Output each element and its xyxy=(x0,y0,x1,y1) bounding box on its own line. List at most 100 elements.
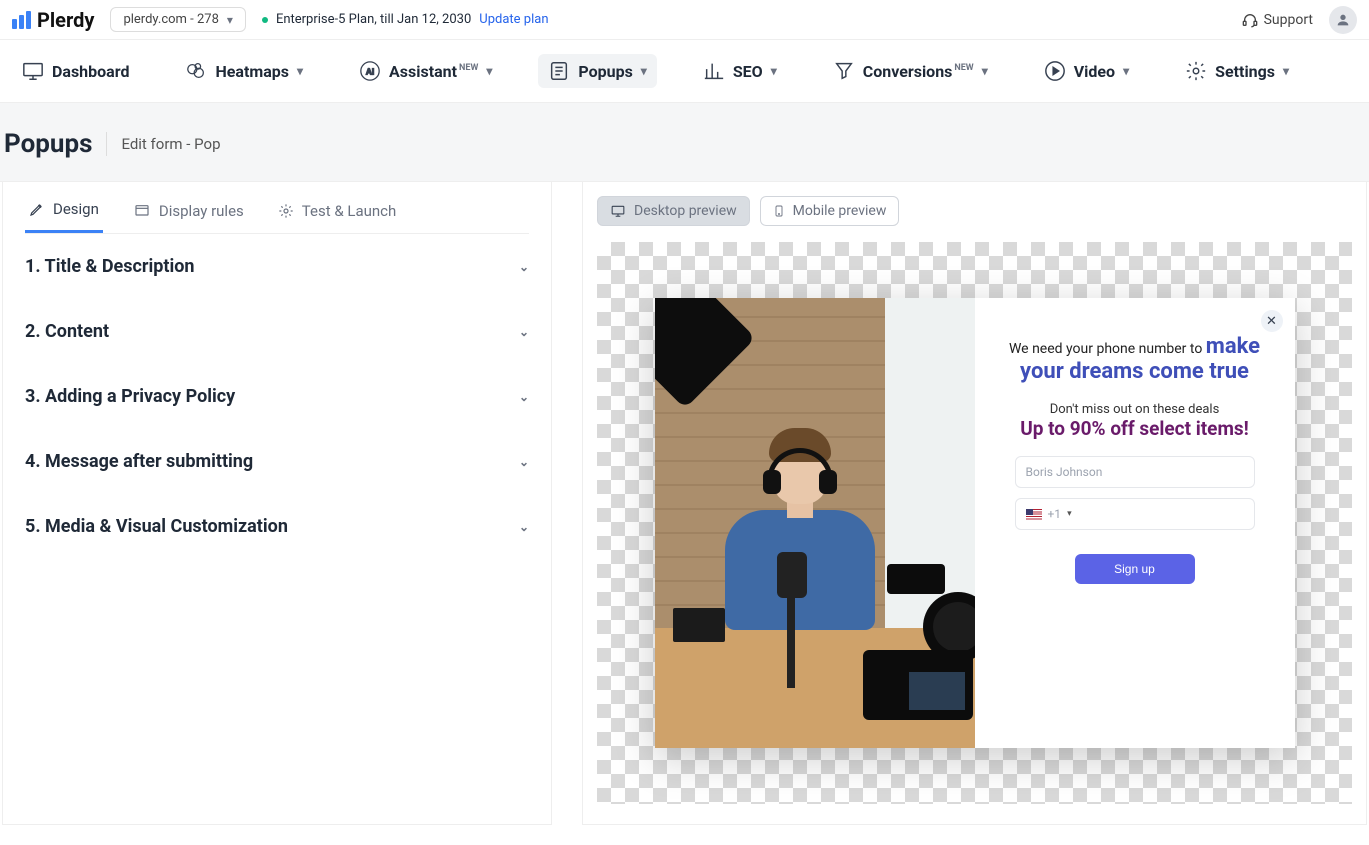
section-message-after-submit[interactable]: 4. Message after submitting ⌄ xyxy=(25,429,529,494)
brand-name: Plerdy xyxy=(37,8,94,32)
form-icon xyxy=(548,60,570,82)
status-dot-icon xyxy=(262,17,268,23)
section-label: 3. Adding a Privacy Policy xyxy=(25,386,235,407)
brand-icon xyxy=(12,11,31,29)
chevron-down-icon: ▾ xyxy=(982,64,988,78)
top-bar: Plerdy plerdy.com - 278 ▾ Enterprise-5 P… xyxy=(0,0,1369,40)
design-panel: Design Display rules Test & Launch 1. Ti… xyxy=(2,182,552,825)
chevron-down-icon: ⌄ xyxy=(519,390,529,404)
chevron-down-icon: ▾ xyxy=(641,64,647,78)
window-icon xyxy=(133,203,151,219)
popup-close-button[interactable]: ✕ xyxy=(1261,310,1283,332)
preview-canvas: ✕ We need your phone number to make your… xyxy=(597,242,1352,804)
tab-test-launch[interactable]: Test & Launch xyxy=(274,200,401,233)
brand-logo[interactable]: Plerdy xyxy=(12,8,94,32)
nav-settings[interactable]: Settings ▾ xyxy=(1175,54,1299,88)
tab-display-rules-label: Display rules xyxy=(159,202,244,220)
pencil-icon xyxy=(29,201,45,217)
section-title-description[interactable]: 1. Title & Description ⌄ xyxy=(25,234,529,299)
tab-display-rules[interactable]: Display rules xyxy=(129,200,248,233)
divider xyxy=(106,132,107,156)
nav-seo-label: SEO xyxy=(733,62,763,81)
tab-design-label: Design xyxy=(53,200,99,218)
nav-heatmaps[interactable]: Heatmaps ▾ xyxy=(175,54,313,88)
chevron-down-icon: ▾ xyxy=(1283,64,1289,78)
preview-tabs: Desktop preview Mobile preview xyxy=(597,196,1352,226)
new-badge: NEW xyxy=(459,63,478,73)
popup-image xyxy=(655,298,975,748)
monitor-icon xyxy=(22,60,44,82)
site-selector-label: plerdy.com - 278 xyxy=(123,12,218,27)
page-header: Popups Edit form - Pop xyxy=(0,103,1369,182)
section-label: 2. Content xyxy=(25,321,109,342)
tab-test-launch-label: Test & Launch xyxy=(302,202,397,220)
ai-icon: AI xyxy=(359,60,381,82)
chevron-down-icon: ⌄ xyxy=(519,325,529,339)
preview-tab-mobile[interactable]: Mobile preview xyxy=(760,196,900,226)
flag-us-icon xyxy=(1026,509,1042,520)
popup-name-placeholder: Boris Johnson xyxy=(1026,465,1103,479)
popup-subline-1: Don't miss out on these deals xyxy=(1050,402,1220,417)
heatmap-icon xyxy=(185,60,207,82)
mobile-icon xyxy=(773,203,785,219)
popup-preview: ✕ We need your phone number to make your… xyxy=(655,298,1295,748)
preview-tab-desktop-label: Desktop preview xyxy=(634,203,737,219)
new-badge: NEW xyxy=(954,63,973,73)
section-label: 1. Title & Description xyxy=(25,256,194,277)
chevron-down-icon: ▾ xyxy=(771,64,777,78)
chevron-down-icon: ⌄ xyxy=(519,520,529,534)
nav-video[interactable]: Video ▾ xyxy=(1034,54,1139,88)
popup-phone-input[interactable]: +1 ▾ xyxy=(1015,498,1255,530)
user-avatar[interactable] xyxy=(1329,6,1357,34)
page-subtitle: Edit form - Pop xyxy=(121,135,220,153)
gear-icon xyxy=(278,203,294,219)
close-icon: ✕ xyxy=(1266,314,1277,329)
plan-text: Enterprise-5 Plan, till Jan 12, 2030 xyxy=(276,12,471,27)
section-label: 5. Media & Visual Customization xyxy=(25,516,288,537)
gear-icon xyxy=(1185,60,1207,82)
nav-conversions-label: Conversions xyxy=(863,62,953,81)
tab-design[interactable]: Design xyxy=(25,200,103,233)
nav-video-label: Video xyxy=(1074,62,1115,81)
panel-tabs: Design Display rules Test & Launch xyxy=(25,200,529,234)
play-icon xyxy=(1044,60,1066,82)
section-content[interactable]: 2. Content ⌄ xyxy=(25,299,529,364)
chevron-down-icon: ▾ xyxy=(486,64,492,78)
chevron-down-icon: ▾ xyxy=(1067,509,1072,519)
nav-settings-label: Settings xyxy=(1215,62,1275,81)
desktop-icon xyxy=(610,204,626,218)
section-label: 4. Message after submitting xyxy=(25,451,253,472)
popup-form-side: ✕ We need your phone number to make your… xyxy=(975,298,1295,748)
nav-popups[interactable]: Popups ▾ xyxy=(538,54,656,88)
funnel-icon xyxy=(833,60,855,82)
main-nav: Dashboard Heatmaps ▾ AI AssistantNEW ▾ P… xyxy=(0,40,1369,103)
site-selector[interactable]: plerdy.com - 278 ▾ xyxy=(110,7,245,32)
popup-dial-code: +1 xyxy=(1048,507,1062,521)
section-media-visual[interactable]: 5. Media & Visual Customization ⌄ xyxy=(25,494,529,559)
nav-dashboard[interactable]: Dashboard xyxy=(12,54,139,88)
popup-name-input[interactable]: Boris Johnson xyxy=(1015,456,1255,488)
nav-conversions[interactable]: ConversionsNEW ▾ xyxy=(823,54,998,88)
page-title: Popups xyxy=(4,129,92,159)
section-privacy-policy[interactable]: 3. Adding a Privacy Policy ⌄ xyxy=(25,364,529,429)
preview-tab-desktop[interactable]: Desktop preview xyxy=(597,196,750,226)
chevron-down-icon: ▾ xyxy=(297,64,303,78)
svg-text:AI: AI xyxy=(366,68,374,77)
chevron-down-icon: ▾ xyxy=(1123,64,1129,78)
plan-info: Enterprise-5 Plan, till Jan 12, 2030 Upd… xyxy=(262,12,549,27)
popup-headline-pre: We need your phone number to xyxy=(1009,341,1206,357)
update-plan-link[interactable]: Update plan xyxy=(479,12,548,27)
nav-heatmaps-label: Heatmaps xyxy=(215,62,289,81)
support-label: Support xyxy=(1264,12,1313,28)
chevron-down-icon: ⌄ xyxy=(519,260,529,274)
nav-assistant[interactable]: AI AssistantNEW ▾ xyxy=(349,54,502,88)
nav-seo[interactable]: SEO ▾ xyxy=(693,54,787,88)
support-link[interactable]: Support xyxy=(1242,12,1313,28)
chevron-down-icon: ▾ xyxy=(227,13,233,27)
chevron-down-icon: ⌄ xyxy=(519,455,529,469)
popup-subline-2: Up to 90% off select items! xyxy=(1020,417,1249,440)
preview-panel: Desktop preview Mobile preview xyxy=(582,182,1367,825)
chart-icon xyxy=(703,60,725,82)
popup-signup-button[interactable]: Sign up xyxy=(1075,554,1195,584)
nav-assistant-label: Assistant xyxy=(389,62,457,81)
